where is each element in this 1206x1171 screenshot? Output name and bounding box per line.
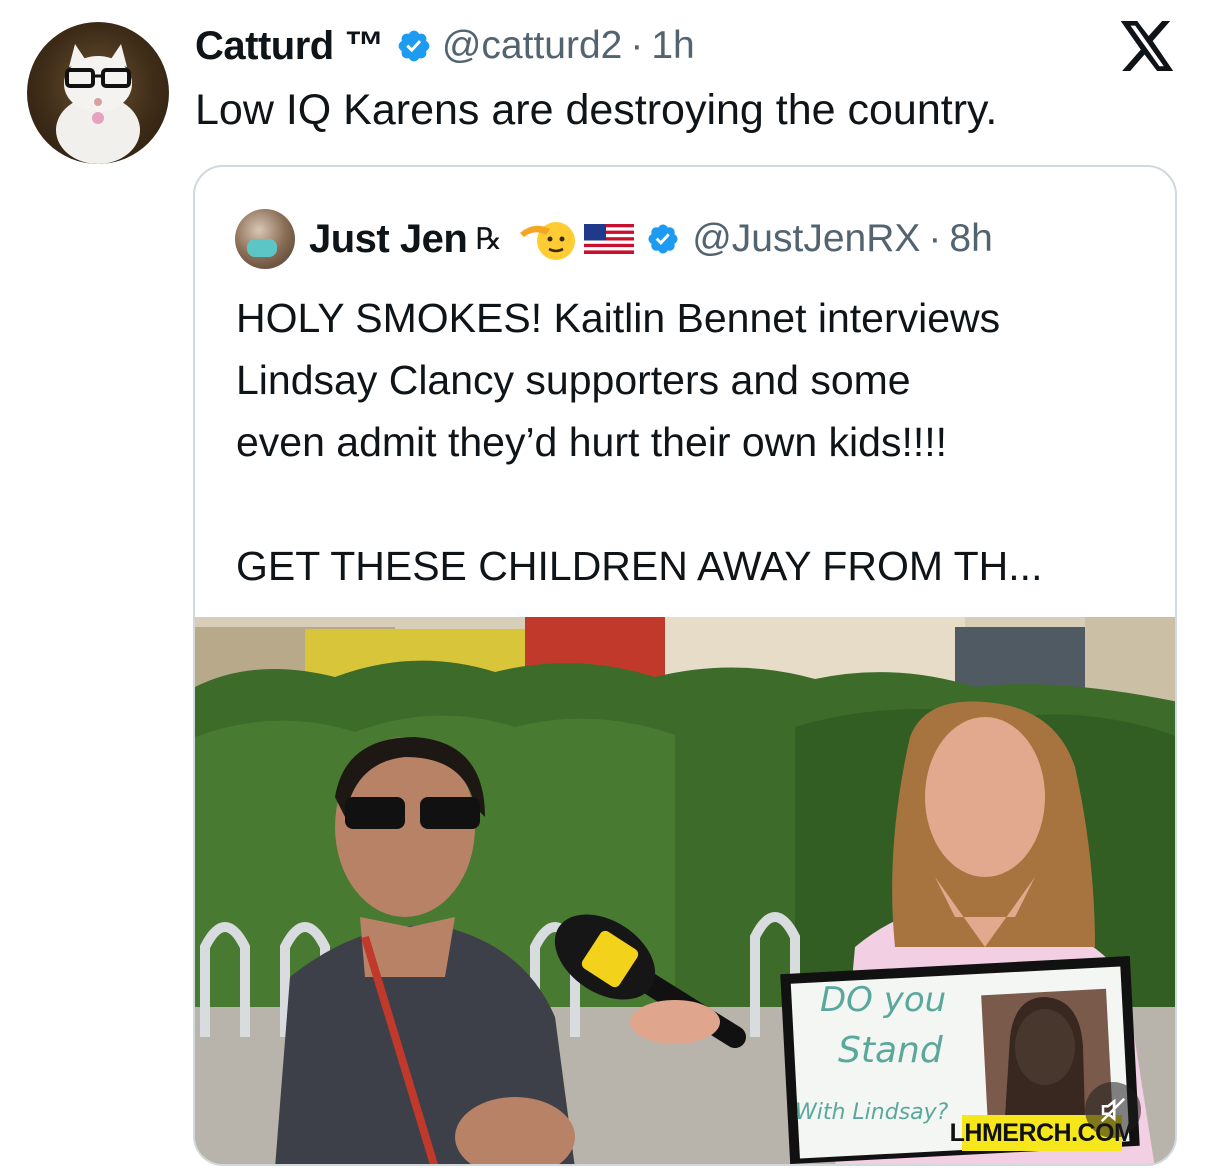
quoted-tweet-time[interactable]: 8h [949, 217, 992, 261]
quoted-tweet-card[interactable]: Just Jen ℞ @JustJenRX · 8h HOLY SMOKES! … [193, 165, 1177, 1166]
verified-badge-icon [648, 224, 678, 254]
quoted-author-avatar[interactable] [235, 209, 295, 269]
video-thumbnail[interactable] [195, 617, 1175, 1164]
quoted-author-handle[interactable]: @JustJenRX [692, 217, 920, 261]
quoted-text-line: even admit they’d hurt their own kids!!!… [236, 419, 948, 465]
muted-speaker-icon [1100, 1097, 1126, 1123]
quoted-text-line: GET THESE CHILDREN AWAY FROM TH... [236, 543, 1043, 589]
quoted-text-line: Lindsay Clancy supporters and some [236, 357, 911, 403]
separator: · [630, 24, 644, 67]
tweet-text: Low IQ Karens are destroying the country… [195, 86, 998, 134]
sign-text-line: With Lindsay? [795, 1100, 949, 1125]
separator: · [928, 217, 942, 260]
sign-text-line: DO you [820, 980, 947, 1020]
quoted-author-name[interactable]: Just Jen [309, 217, 468, 262]
quoted-tweet-header: Just Jen ℞ @JustJenRX · 8h [235, 209, 993, 269]
author-name[interactable]: Catturd ™ [195, 24, 384, 69]
mute-button[interactable] [1085, 1082, 1141, 1138]
tweet-header: Catturd ™ @catturd2 · 1h [195, 18, 695, 74]
sign-text-line: Stand [838, 1030, 943, 1071]
verified-badge-icon [398, 30, 430, 62]
rx-symbol: ℞ [475, 221, 503, 257]
author-handle[interactable]: @catturd2 [442, 24, 623, 68]
author-avatar[interactable] [27, 22, 169, 164]
x-logo-icon[interactable] [1120, 21, 1176, 71]
quoted-tweet-text: HOLY SMOKES! Kaitlin Bennet interviews L… [236, 287, 1156, 597]
tweet-time[interactable]: 1h [651, 24, 694, 68]
quoted-text-line: HOLY SMOKES! Kaitlin Bennet interviews [236, 295, 1001, 341]
us-flag-emoji [584, 224, 635, 254]
saluting-face-emoji [520, 222, 576, 260]
